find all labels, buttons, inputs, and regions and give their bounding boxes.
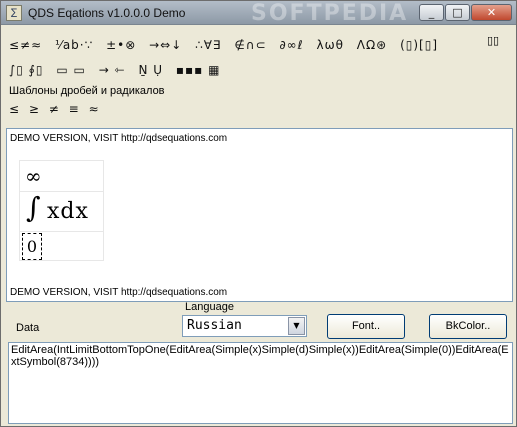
app-icon: ∑ (6, 5, 22, 21)
templates-palette-label: Шаблоны дробей и радикалов (9, 85, 165, 97)
operators-button[interactable]: ±•⊗ (106, 34, 136, 56)
misc-symbols-button[interactable]: ∂∞ℓ (279, 34, 303, 56)
data-label: Data (16, 322, 40, 334)
lower-limit-slot[interactable]: 0 (22, 233, 42, 260)
integrand[interactable]: xdx (47, 199, 89, 224)
close-button[interactable]: ✕ (471, 4, 512, 21)
palette-symbol-equiv[interactable]: ≡ (69, 98, 80, 120)
spaces-dots-button[interactable]: ⅟ab·∵ (55, 34, 93, 56)
upper-limit[interactable]: ∞ (25, 164, 42, 188)
arrows-button[interactable]: →⇔↓ (149, 34, 182, 56)
palette-symbol-approx[interactable]: ≈ (89, 98, 100, 120)
language-selected-value: Russian (187, 318, 242, 333)
greek-lowercase-button[interactable]: λωθ (316, 34, 344, 56)
data-code-textarea[interactable]: EditArea(IntLimitBottomTopOne(EditArea(S… (8, 342, 513, 424)
fence-templates-button[interactable]: (▯)[▯] (400, 34, 438, 56)
guide-line (20, 231, 103, 232)
font-button[interactable]: Font.. (327, 314, 405, 339)
demo-notice-bottom: DEMO VERSION, VISIT http://qdsequations.… (10, 287, 228, 298)
labeled-arrows-button[interactable]: → ⇽ (99, 59, 126, 81)
symbol-toolbar-row-1: ≤≠≈ ⅟ab·∵ ±•⊗ →⇔↓ ∴∀∃ ∉∩⊂ ∂∞ℓ λωθ ΛΩ⊛ (▯… (9, 34, 447, 56)
language-dropdown[interactable]: Russian ▼ (182, 315, 307, 337)
window-title: QDS Eqations v1.0.0.0 Demo (28, 6, 186, 20)
underbar-overbar-button[interactable]: ▭ ▭ (56, 59, 86, 81)
formula-box[interactable]: ∞ ∫ xdx 0 (19, 160, 104, 261)
demo-notice-top: DEMO VERSION, VISIT http://qdsequations.… (10, 133, 228, 144)
palette-row: ≤ ≥ ≠ ≡ ≈ (9, 98, 105, 120)
integral-sign[interactable]: ∫ (26, 193, 41, 223)
language-label: Language (185, 301, 234, 313)
fraction-templates-button[interactable]: ▯▯ (487, 34, 499, 47)
matrix-templates-button[interactable]: ▪▪▪ ▦ (176, 59, 221, 81)
logic-button[interactable]: ∴∀∃ (195, 34, 221, 56)
set-theory-button[interactable]: ∉∩⊂ (234, 34, 266, 56)
relations-symbols-button[interactable]: ≤≠≈ (9, 34, 42, 56)
equation-editor-area[interactable]: DEMO VERSION, VISIT http://qdsequations.… (6, 128, 513, 302)
palette-symbol-ne[interactable]: ≠ (49, 98, 60, 120)
watermark-logo: SOFTPEDIA (251, 1, 409, 26)
symbol-toolbar-row-2: ∫▯ ∮▯ ▭ ▭ → ⇽ Ṉ Ụ ▪▪▪ ▦ (9, 59, 229, 81)
palette-symbol-le[interactable]: ≤ (9, 98, 20, 120)
chevron-down-icon[interactable]: ▼ (288, 317, 305, 335)
integral-templates-button[interactable]: ∫▯ ∮▯ (9, 59, 44, 81)
minimize-button[interactable]: _ (419, 4, 444, 21)
app-window: ∑ QDS Eqations v1.0.0.0 Demo SOFTPEDIA _… (0, 0, 517, 427)
products-set-button[interactable]: Ṉ Ụ (138, 59, 163, 81)
maximize-button[interactable]: □ (445, 4, 470, 21)
greek-uppercase-button[interactable]: ΛΩ⊛ (357, 34, 387, 56)
palette-symbol-ge[interactable]: ≥ (29, 98, 40, 120)
bkcolor-button[interactable]: BkColor.. (429, 314, 507, 339)
title-bar[interactable]: ∑ QDS Eqations v1.0.0.0 Demo SOFTPEDIA _… (1, 1, 516, 26)
